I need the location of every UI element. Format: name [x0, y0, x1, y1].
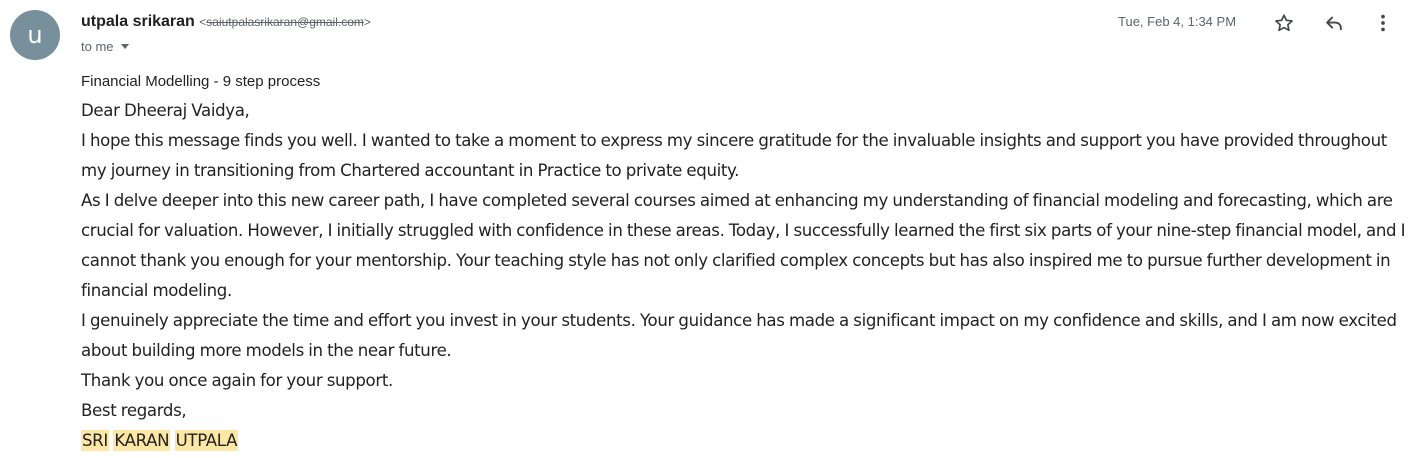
chevron-down-icon[interactable]: [120, 44, 129, 49]
signature-word: UTPALA: [174, 430, 239, 451]
avatar[interactable]: u: [10, 10, 60, 60]
email-body: Dear Dheeraj Vaidya, I hope this message…: [81, 96, 1406, 456]
signature: SRI KARAN UTPALA: [81, 426, 1406, 456]
body-paragraph: Thank you once again for your support.: [81, 371, 393, 390]
sender-line: utpala srikaran <saiutpalasrikaran@gmail…: [81, 11, 371, 33]
recipient-details-toggle[interactable]: to me: [81, 37, 129, 57]
email-subject: Financial Modelling - 9 step process: [81, 73, 321, 90]
sender-email: <saiutpalasrikaran@gmail.com>: [199, 15, 371, 29]
signature-word: SRI: [81, 430, 109, 451]
reply-icon: [1326, 16, 1342, 31]
body-paragraph: I hope this message finds you well. I wa…: [81, 131, 1387, 180]
greeting: Dear Dheeraj Vaidya,: [81, 101, 250, 120]
more-options-button[interactable]: [1369, 9, 1397, 37]
reply-button[interactable]: [1320, 9, 1348, 37]
star-button[interactable]: [1270, 9, 1298, 37]
sender-name[interactable]: utpala srikaran: [81, 13, 195, 30]
more-vert-icon: [1381, 14, 1385, 32]
star-icon: [1275, 14, 1293, 32]
signature-word: KARAN: [113, 430, 171, 451]
sender-email-address: saiutpalasrikaran@gmail.com: [206, 15, 364, 29]
email-close-bracket: >: [363, 15, 371, 29]
closing: Best regards,: [81, 401, 187, 420]
body-paragraph: I genuinely appreciate the time and effo…: [81, 311, 1397, 360]
body-paragraph: As I delve deeper into this new career p…: [81, 191, 1406, 300]
timestamp[interactable]: Tue, Feb 4, 1:34 PM: [1118, 12, 1236, 32]
to-label: to me: [81, 39, 114, 54]
